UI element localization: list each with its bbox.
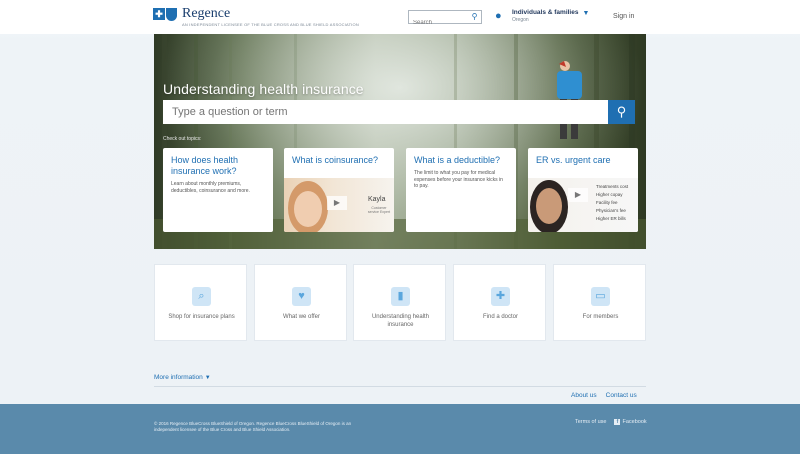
tile-label: Shop for insurance plans (168, 314, 235, 320)
blue-cross-icon: ✚ (153, 8, 165, 20)
hero-search-field (163, 100, 609, 124)
topics-caption: Check out topics: (163, 136, 202, 142)
footer-social: Terms of use f Facebook (575, 419, 647, 425)
brand-name: Regence (182, 6, 231, 21)
audience-state: Oregon (512, 17, 529, 23)
header-search: ⚲ (408, 10, 482, 29)
tile-label: Understanding health insurance (371, 314, 430, 328)
signin-link[interactable]: Sign in (613, 13, 634, 20)
contact-us-link[interactable]: Contact us (606, 392, 637, 399)
card-text: The limit to what you pay for medical ex… (414, 170, 503, 189)
feature-item: Higher ER bills (596, 216, 626, 221)
terms-link[interactable]: Terms of use (575, 419, 606, 425)
brand-tagline: AN INDEPENDENT LICENSEE OF THE BLUE CROS… (182, 22, 359, 27)
feature-item: Higher copay (596, 192, 623, 197)
card-title: How does health insurance work? (171, 155, 239, 176)
legal-line-2: independent licensee of the Blue Cross a… (154, 427, 291, 432)
tile-for-members[interactable]: ▭ For members (553, 264, 646, 341)
search-icon: ⚲ (616, 104, 627, 119)
expert-face (294, 191, 322, 227)
facebook-icon[interactable]: f (614, 419, 621, 425)
feature-item: Facility fee (596, 200, 618, 205)
hero-title: Understanding health insurance (163, 81, 364, 97)
expert-face (536, 188, 562, 224)
quick-links: ⌕ Shop for insurance plans ♥ What we off… (154, 264, 646, 341)
hero-search-button[interactable]: ⚲ (608, 100, 635, 124)
heart-pulse-icon: ♥ (292, 287, 311, 306)
chevron-down-icon: ▼ (204, 375, 211, 381)
card-title: What is coinsurance? (292, 155, 379, 165)
users-icon: ● (495, 10, 502, 22)
tile-what-we-offer[interactable]: ♥ What we offer (254, 264, 347, 341)
tile-label: Find a doctor (482, 314, 519, 320)
play-icon[interactable]: ▶ (568, 188, 588, 202)
site-footer: © 2016 Regence BlueCross BlueShield of O… (0, 404, 800, 454)
search-document-icon: ⌕ (192, 287, 211, 306)
expert-name: Kayla (368, 196, 386, 203)
site-header: ✚ Regence AN INDEPENDENT LICENSEE OF THE… (0, 0, 800, 34)
tile-find-doctor[interactable]: ✚ Find a doctor (453, 264, 546, 341)
footer-links: About us Contact us (571, 392, 646, 399)
card-er-vs-urgent-care[interactable]: ER vs. urgent care ▶ Treatments cost Hig… (528, 148, 638, 232)
more-information-label: More information (154, 374, 203, 381)
card-deductible[interactable]: What is a deductible? The limit to what … (406, 148, 516, 232)
card-title: What is a deductible? (414, 155, 501, 165)
bcbs-marks: ✚ (153, 8, 177, 21)
card-title: ER vs. urgent care (536, 155, 611, 165)
regence-logo[interactable]: ✚ Regence AN INDEPENDENT LICENSEE OF THE… (153, 7, 359, 27)
tile-shop-plans[interactable]: ⌕ Shop for insurance plans (154, 264, 247, 341)
hero-banner: Understanding health insurance ⚲ Check o… (154, 34, 646, 249)
legal-text: © 2016 Regence BlueCross BlueShield of O… (154, 421, 454, 433)
card-how-insurance-works[interactable]: How does health insurance work? Learn ab… (163, 148, 273, 232)
more-information-toggle[interactable]: More information ▼ (154, 374, 211, 381)
book-icon: ▮ (391, 287, 410, 306)
video-thumbnail[interactable]: ▶ Treatments cost Higher copay Facility … (528, 178, 638, 232)
search-input[interactable] (409, 17, 467, 29)
tile-label: What we offer (283, 314, 320, 320)
facebook-link[interactable]: Facebook (622, 419, 646, 425)
blue-shield-icon (166, 8, 177, 21)
video-thumbnail[interactable]: ▶ Kayla Customer service Expert (284, 178, 394, 232)
feature-item: Physician's fee (596, 208, 626, 213)
hero-search-input[interactable] (163, 100, 583, 124)
about-us-link[interactable]: About us (571, 392, 597, 399)
tile-understanding-insurance[interactable]: ▮ Understanding health insurance (353, 264, 446, 341)
audience-title: Individuals & families (512, 9, 579, 16)
audience-selector[interactable]: ● Individuals & families Oregon ▼ (495, 9, 589, 24)
card-text: Learn about monthly premiums, deductible… (171, 181, 250, 194)
search-icon[interactable]: ⚲ (468, 11, 481, 23)
chevron-down-icon[interactable]: ▼ (582, 10, 589, 24)
card-coinsurance[interactable]: What is coinsurance? ▶ Kayla Customer se… (284, 148, 394, 232)
divider (154, 386, 646, 387)
play-icon[interactable]: ▶ (327, 196, 347, 210)
tile-label: For members (582, 314, 619, 320)
medical-bag-icon: ✚ (491, 287, 510, 306)
feature-item: Treatments cost (596, 184, 629, 189)
expert-role: Customer service Expert (367, 206, 391, 214)
monitor-icon: ▭ (591, 287, 610, 306)
